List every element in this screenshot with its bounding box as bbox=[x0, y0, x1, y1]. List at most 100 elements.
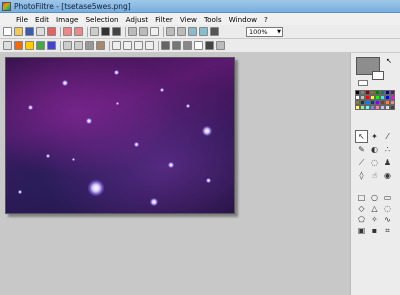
print-icon[interactable] bbox=[36, 27, 45, 36]
swap-colors-icon[interactable]: ↖ bbox=[386, 57, 392, 65]
toolbar-separator bbox=[60, 40, 61, 51]
star bbox=[206, 178, 211, 183]
magic-select-icon[interactable]: ✧ bbox=[368, 214, 381, 225]
image-size-icon[interactable] bbox=[128, 27, 137, 36]
tool-grid: ↖ ✦ ⁄ ✎ ◐ ∴ ⟋ ◌ ♟ ◊ ☝ ◉ bbox=[355, 130, 397, 182]
paste-icon[interactable] bbox=[101, 27, 110, 36]
copy-icon[interactable] bbox=[90, 27, 99, 36]
menu-image[interactable]: Image bbox=[56, 15, 79, 24]
contrast-icon[interactable] bbox=[74, 41, 83, 50]
star bbox=[116, 102, 119, 105]
star bbox=[28, 105, 33, 110]
drop-filter-icon[interactable] bbox=[134, 41, 143, 50]
finger-icon[interactable]: ☝ bbox=[368, 169, 381, 182]
star bbox=[150, 198, 158, 206]
star bbox=[168, 162, 174, 168]
canvas-size-icon[interactable] bbox=[139, 27, 148, 36]
effect-5-icon[interactable] bbox=[205, 41, 214, 50]
ellipse-icon[interactable]: ○ bbox=[368, 192, 381, 203]
menu-window[interactable]: Window bbox=[229, 15, 257, 24]
gamma-icon[interactable] bbox=[63, 41, 72, 50]
toolbar-separator bbox=[163, 26, 164, 37]
diamond-icon[interactable]: ◇ bbox=[355, 203, 368, 214]
star bbox=[62, 80, 68, 86]
rounded-rect-icon[interactable]: ▭ bbox=[381, 192, 394, 203]
selection-square-icon[interactable]: ▪ bbox=[368, 225, 381, 236]
grayscale-icon[interactable] bbox=[85, 41, 94, 50]
toolbar-separator bbox=[158, 40, 159, 51]
chevron-down-icon[interactable]: ▼ bbox=[276, 28, 282, 36]
main-toolbar bbox=[0, 25, 400, 39]
toolbar-separator bbox=[109, 40, 110, 51]
menu-filter[interactable]: Filter bbox=[155, 15, 173, 24]
stamp-icon[interactable]: ♟ bbox=[381, 156, 394, 169]
default-colors-icon[interactable] bbox=[358, 80, 368, 86]
menu-help[interactable]: ? bbox=[264, 15, 268, 24]
image-canvas[interactable] bbox=[5, 57, 235, 214]
polygon-icon[interactable]: ⬠ bbox=[355, 214, 368, 225]
eyedropper-icon[interactable]: ⁄ bbox=[381, 130, 394, 143]
scan-icon[interactable] bbox=[47, 27, 56, 36]
crop-icon[interactable] bbox=[210, 27, 219, 36]
sepia-icon[interactable] bbox=[96, 41, 105, 50]
lasso-icon[interactable]: ◌ bbox=[381, 203, 394, 214]
menu-selection[interactable]: Selection bbox=[85, 15, 118, 24]
effect-1-icon[interactable] bbox=[161, 41, 170, 50]
rotate-right-icon[interactable] bbox=[177, 27, 186, 36]
drop-icon[interactable]: ◊ bbox=[355, 169, 368, 182]
new-file-icon[interactable] bbox=[3, 27, 12, 36]
menu-view[interactable]: View bbox=[180, 15, 197, 24]
auto-contrast-icon[interactable] bbox=[14, 41, 23, 50]
star bbox=[114, 70, 119, 75]
effect-2-icon[interactable] bbox=[172, 41, 181, 50]
save-icon[interactable] bbox=[25, 27, 34, 36]
saturation-icon[interactable] bbox=[47, 41, 56, 50]
blur-filter-icon[interactable] bbox=[123, 41, 132, 50]
auto-levels-icon[interactable] bbox=[3, 41, 12, 50]
crop-tool-icon[interactable]: ⌗ bbox=[381, 225, 394, 236]
toolbar-separator bbox=[87, 26, 88, 37]
clone-icon[interactable]: ◉ bbox=[381, 169, 394, 182]
effect-3-icon[interactable] bbox=[183, 41, 192, 50]
dissolve-icon[interactable] bbox=[145, 41, 154, 50]
menu-tools[interactable]: Tools bbox=[204, 15, 222, 24]
menu-adjust[interactable]: Adjust bbox=[126, 15, 148, 24]
brightness-icon[interactable] bbox=[25, 41, 34, 50]
menu-file[interactable]: File bbox=[16, 15, 28, 24]
redo-icon[interactable] bbox=[74, 27, 83, 36]
star bbox=[86, 118, 92, 124]
color-balance-icon[interactable] bbox=[36, 41, 45, 50]
star bbox=[72, 158, 75, 161]
text-tool-icon[interactable] bbox=[150, 27, 159, 36]
star bbox=[88, 180, 104, 196]
flip-icon[interactable] bbox=[188, 27, 197, 36]
pointer-icon[interactable]: ↖ bbox=[355, 130, 368, 143]
rotate-left-icon[interactable] bbox=[166, 27, 175, 36]
brush-icon[interactable]: ⟋ bbox=[355, 156, 368, 169]
toolbar-separator bbox=[125, 26, 126, 37]
fill-bucket-icon[interactable]: ◐ bbox=[368, 143, 381, 156]
pencil-icon[interactable]: ✎ bbox=[355, 143, 368, 156]
mirror-icon[interactable] bbox=[199, 27, 208, 36]
shape-grid: □ ○ ▭ ◇ △ ◌ ⬠ ✧ ∿ ▣ ▪ ⌗ bbox=[355, 192, 397, 236]
open-file-icon[interactable] bbox=[14, 27, 23, 36]
rectangle-icon[interactable]: □ bbox=[355, 192, 368, 203]
sharpen-icon[interactable] bbox=[112, 41, 121, 50]
background-color-swatch[interactable] bbox=[372, 71, 384, 80]
star bbox=[18, 190, 22, 194]
spray-icon[interactable]: ∴ bbox=[381, 143, 394, 156]
selection-inverse-icon[interactable]: ▣ bbox=[355, 225, 368, 236]
blur-icon[interactable]: ◌ bbox=[368, 156, 381, 169]
window-title: PhotoFiltre - [tsetase5wes.png] bbox=[14, 2, 131, 11]
star bbox=[134, 142, 139, 147]
paste-new-icon[interactable] bbox=[112, 27, 121, 36]
triangle-icon[interactable]: △ bbox=[368, 203, 381, 214]
magic-wand-icon[interactable]: ✦ bbox=[368, 130, 381, 143]
effect-6-icon[interactable] bbox=[216, 41, 225, 50]
palette-swatch[interactable] bbox=[390, 105, 395, 110]
filter-toolbar bbox=[0, 39, 400, 53]
freeform-icon[interactable]: ∿ bbox=[381, 214, 394, 225]
menu-edit[interactable]: Edit bbox=[35, 15, 49, 24]
effect-4-icon[interactable] bbox=[194, 41, 203, 50]
undo-icon[interactable] bbox=[63, 27, 72, 36]
